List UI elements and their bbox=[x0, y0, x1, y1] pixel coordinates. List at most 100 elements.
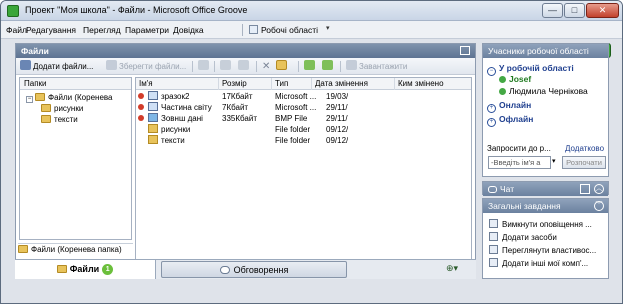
paste-glyph bbox=[238, 60, 249, 70]
save-files-button[interactable]: Зберегти файли... bbox=[106, 60, 186, 73]
file-type: File folder bbox=[275, 125, 311, 134]
column-header-type[interactable]: Тип bbox=[272, 78, 312, 90]
copy-glyph bbox=[220, 60, 231, 70]
task-add-tools[interactable]: Додати засоби bbox=[489, 232, 557, 243]
menu-separator bbox=[242, 24, 243, 36]
file-name: рисунки bbox=[148, 124, 190, 135]
file-date: 09/12/ bbox=[326, 136, 349, 145]
chat-title: Чат bbox=[500, 184, 515, 194]
menu-view[interactable]: Перегляд bbox=[83, 25, 121, 35]
chevron-down-icon: ▾ bbox=[453, 263, 459, 273]
menu-edit[interactable]: Редагування bbox=[26, 25, 76, 35]
column-header-size[interactable]: Розмір bbox=[219, 78, 272, 90]
chevron-down-icon[interactable]: ▾ bbox=[552, 157, 556, 165]
file-date: 29/11/ bbox=[326, 103, 348, 112]
files-panel: Файли Додати файли... Зберегти файли... … bbox=[15, 43, 476, 279]
menu-options[interactable]: Параметри bbox=[125, 25, 169, 35]
share-icon[interactable] bbox=[322, 60, 335, 73]
members-header: Учасники робочої області bbox=[483, 44, 608, 58]
toolbar-separator bbox=[298, 61, 299, 72]
workspaces-menu[interactable]: Робочі області bbox=[261, 25, 318, 35]
invite-start-button[interactable]: Розпочати bbox=[562, 156, 606, 169]
tab-files[interactable]: Файли 1 bbox=[15, 260, 156, 279]
folder-icon bbox=[35, 93, 45, 101]
new-folder-glyph bbox=[276, 60, 287, 70]
table-row[interactable]: зразок2 17Кбайт Microsoft ... 19/03/ bbox=[136, 91, 471, 102]
copy-icon[interactable] bbox=[220, 60, 233, 73]
table-row[interactable]: рисунки File folder 09/12/ bbox=[136, 124, 471, 135]
task-view-properties[interactable]: Переглянути властивос... bbox=[489, 245, 596, 256]
tree-item-texts[interactable]: тексти bbox=[41, 114, 78, 125]
task-label: Переглянути властивос... bbox=[502, 246, 597, 255]
current-folder-path: Файли (Коренева папка) bbox=[18, 243, 133, 255]
task-add-computers[interactable]: Додати інші мої комп'... bbox=[489, 258, 588, 269]
unread-flag-icon bbox=[138, 115, 144, 121]
toolbar-separator bbox=[214, 61, 215, 72]
tab-discussion[interactable]: Обговорення bbox=[161, 261, 347, 278]
properties-icon bbox=[489, 245, 498, 254]
chat-header[interactable]: Чат ︿ bbox=[483, 182, 608, 196]
folder-icon bbox=[41, 115, 51, 123]
delete-icon[interactable]: ✕ bbox=[262, 60, 270, 73]
menu-help[interactable]: Довідка bbox=[173, 25, 204, 35]
new-folder-icon[interactable] bbox=[276, 60, 289, 73]
member-name: Josef bbox=[509, 74, 532, 84]
doc-icon bbox=[148, 102, 158, 111]
invite-name-input[interactable]: -Введіть ім'я а bbox=[488, 156, 551, 169]
table-row[interactable]: Зовнш дані 335Кбайт BMP File 29/11/ bbox=[136, 113, 471, 124]
chevron-up-icon[interactable]: ︿ bbox=[594, 184, 604, 194]
add-files-button[interactable]: Додати файли... bbox=[20, 60, 93, 73]
file-type: File folder bbox=[275, 136, 311, 145]
member-item[interactable]: Josef bbox=[499, 74, 531, 85]
share-glyph bbox=[322, 60, 333, 70]
group-online[interactable]: + Онлайн bbox=[487, 100, 531, 113]
group-offline[interactable]: + Офлайн bbox=[487, 114, 533, 127]
maximize-button[interactable]: □ bbox=[564, 3, 585, 18]
column-header-date[interactable]: Дата змінення bbox=[312, 78, 395, 90]
file-size: 335Кбайт bbox=[222, 114, 257, 123]
tab-discussion-label: Обговорення bbox=[233, 265, 289, 275]
file-type: BMP File bbox=[275, 114, 308, 123]
column-header-modified-by[interactable]: Ким змінено bbox=[395, 78, 473, 90]
file-date: 29/11/ bbox=[326, 114, 348, 123]
chevron-down-icon[interactable]: ▾ bbox=[326, 24, 330, 32]
group-label: Онлайн bbox=[499, 100, 532, 110]
member-item[interactable]: Людмила Чернікова bbox=[499, 86, 588, 97]
download-button[interactable]: Завантажити bbox=[346, 60, 407, 73]
panel-layout-icon[interactable] bbox=[460, 46, 470, 55]
online-status-icon bbox=[499, 88, 506, 95]
sync-icon[interactable] bbox=[304, 60, 317, 73]
paste-icon[interactable] bbox=[238, 60, 251, 73]
toolbar-separator bbox=[192, 61, 193, 72]
file-date: 19/03/ bbox=[326, 92, 349, 101]
panel-layout-icon[interactable] bbox=[580, 184, 590, 194]
edit-glyph bbox=[198, 60, 209, 70]
edit-icon[interactable] bbox=[198, 60, 211, 73]
menu-file[interactable]: Файл bbox=[6, 25, 27, 35]
tools-icon bbox=[489, 232, 498, 241]
more-link[interactable]: Додатково bbox=[565, 143, 604, 154]
add-files-icon bbox=[20, 60, 31, 70]
tree-item-label: тексти bbox=[54, 115, 78, 124]
download-icon bbox=[346, 60, 357, 70]
close-button[interactable]: ✕ bbox=[586, 3, 619, 18]
task-disable-alerts[interactable]: Вимкнути оповіщення ... bbox=[489, 219, 592, 230]
invite-label: Запросити до р... bbox=[487, 144, 551, 153]
tree-item-root[interactable]: − Файли (Коренева bbox=[26, 92, 113, 103]
file-name: Зовнш дані bbox=[148, 113, 203, 124]
chevron-down-icon[interactable]: ﹀ bbox=[594, 201, 604, 211]
folder-icon bbox=[41, 104, 51, 112]
table-row[interactable]: Частина світу 7Кбайт Microsoft ... 29/11… bbox=[136, 102, 471, 113]
unread-flag-icon bbox=[138, 93, 144, 99]
add-tool-button[interactable]: ⊕▾ bbox=[446, 263, 458, 274]
collapse-icon[interactable]: − bbox=[26, 96, 33, 103]
tree-item-pictures[interactable]: рисунки bbox=[41, 103, 83, 114]
unread-flag-icon bbox=[138, 104, 144, 110]
minimize-button[interactable]: — bbox=[542, 3, 563, 18]
task-label: Додати інші мої комп'... bbox=[502, 259, 589, 268]
files-panel-header: Файли bbox=[16, 44, 475, 58]
table-row[interactable]: тексти File folder 09/12/ bbox=[136, 135, 471, 146]
expand-icon: + bbox=[487, 104, 496, 113]
column-header-name[interactable]: Ім'я bbox=[136, 78, 219, 90]
file-name: тексти bbox=[148, 135, 185, 146]
